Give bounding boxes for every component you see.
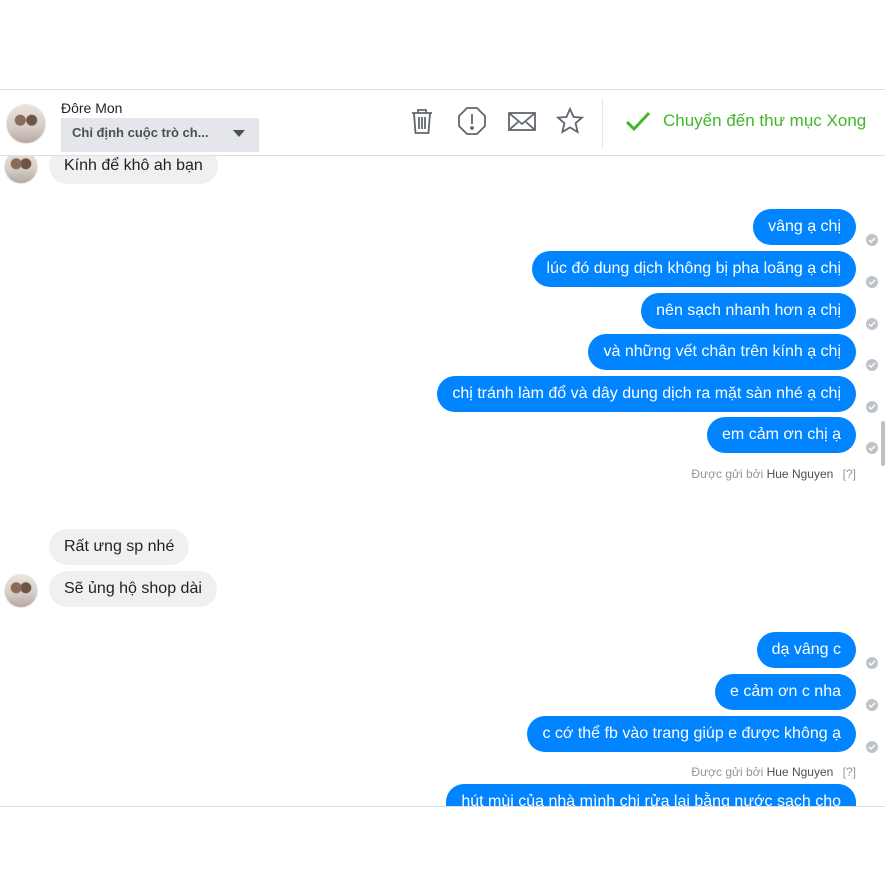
contact-name[interactable]: Đôre Mon (61, 100, 122, 116)
sent-by-name[interactable]: Hue Nguyen (767, 765, 834, 779)
sent-by-note: Được gửi bởi Hue Nguyen [?] (691, 765, 856, 779)
sent-by-help[interactable]: [?] (843, 765, 856, 779)
contact-avatar[interactable] (6, 104, 46, 144)
move-to-done-label: Chuyển đến thư mục Xong (663, 111, 867, 130)
incoming-message[interactable]: Kính để khô ah bạn (49, 156, 218, 184)
trash-icon[interactable] (407, 106, 437, 136)
star-icon[interactable] (555, 106, 585, 136)
assign-conversation-dropdown[interactable]: Chỉ định cuộc trò ch... (61, 118, 259, 152)
outgoing-message[interactable]: dạ vâng c (756, 632, 856, 668)
seen-check-icon (866, 741, 878, 753)
sent-by-help[interactable]: [?] (843, 467, 856, 481)
seen-check-icon (866, 276, 878, 288)
seen-check-icon (866, 699, 878, 711)
incoming-message[interactable]: Sẽ ủng hộ shop dài (49, 571, 217, 607)
outgoing-message[interactable]: chị tránh làm đổ và dây dung dịch ra mặt… (437, 376, 856, 412)
sent-by-name[interactable]: Hue Nguyen (767, 467, 834, 481)
incoming-message[interactable]: Rất ưng sp nhé (49, 529, 190, 565)
contact-avatar[interactable] (4, 156, 38, 184)
toolbar-divider (602, 98, 603, 148)
seen-check-icon (866, 234, 878, 246)
outgoing-message[interactable]: hút mùi của nhà mình chị rửa lại bằng nư… (446, 784, 856, 806)
report-icon[interactable] (457, 106, 487, 136)
caret-down-icon (233, 130, 245, 137)
outgoing-message[interactable]: c cớ thể fb vào trang giúp e được không … (527, 716, 856, 752)
move-to-done-button[interactable]: Chuyển đến thư mục Xong (625, 106, 866, 136)
envelope-icon[interactable] (507, 106, 537, 136)
assign-conversation-label: Chỉ định cuộc trò ch... (72, 125, 209, 140)
thread-bottom-border (0, 806, 885, 807)
sent-by-prefix: Được gửi bởi (691, 765, 764, 779)
outgoing-message[interactable]: nên sạch nhanh hơn ạ chị (641, 293, 856, 329)
seen-check-icon (866, 442, 878, 454)
checkmark-icon (625, 111, 651, 132)
seen-check-icon (866, 657, 878, 669)
sent-by-note: Được gửi bởi Hue Nguyen [?] (691, 467, 856, 481)
outgoing-message[interactable]: vâng ạ chị (753, 209, 856, 245)
contact-avatar[interactable] (4, 574, 38, 608)
message-thread[interactable]: Kính để khô ah bạn vâng ạ chị lúc đó dun… (0, 156, 885, 806)
scrollbar-thumb[interactable] (881, 421, 885, 466)
outgoing-message[interactable]: em cảm ơn chị ạ (707, 417, 856, 453)
sent-by-prefix: Được gửi bởi (691, 467, 764, 481)
outgoing-message[interactable]: và những vết chân trên kính ạ chị (588, 334, 856, 370)
outgoing-message[interactable]: lúc đó dung dịch không bị pha loãng ạ ch… (531, 251, 856, 287)
seen-check-icon (866, 318, 878, 330)
conversation-header: Đôre Mon Chỉ định cuộc trò ch... Chuyển … (0, 89, 885, 156)
outgoing-message[interactable]: e cảm ơn c nha (715, 674, 856, 710)
seen-check-icon (866, 359, 878, 371)
seen-check-icon (866, 401, 878, 413)
